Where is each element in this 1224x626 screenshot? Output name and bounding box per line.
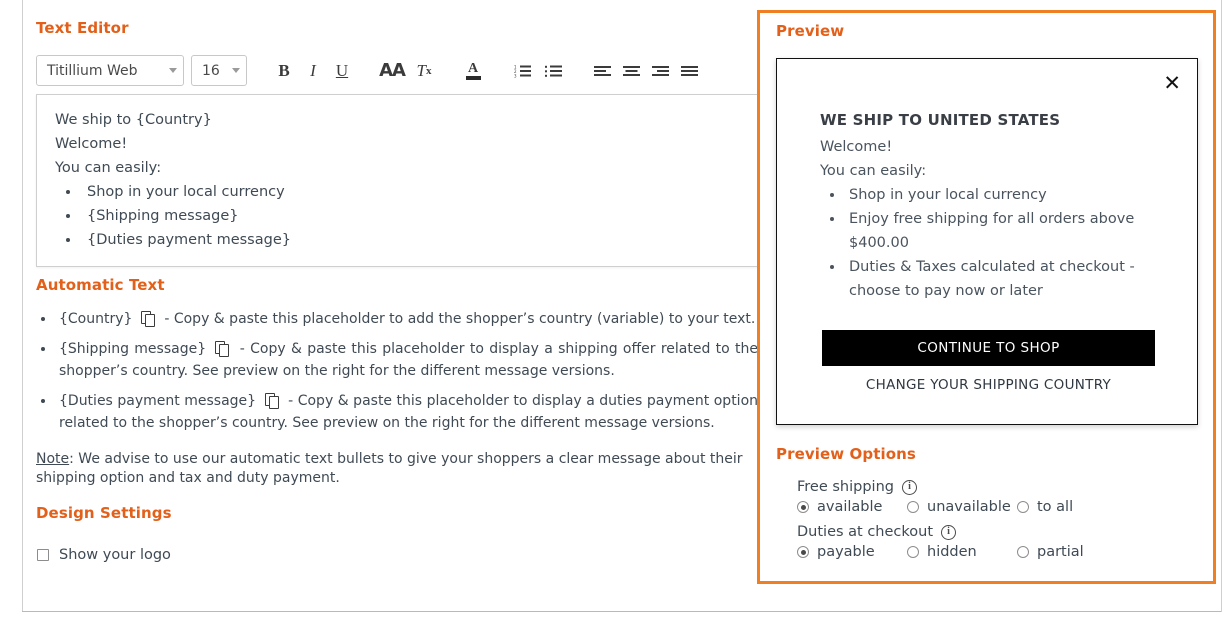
editor-content-area[interactable]: We ship to {Country} Welcome! You can ea… (36, 94, 758, 267)
preview-modal-title: WE SHIP TO UNITED STATES (820, 111, 1061, 129)
preview-modal-line-1: Welcome! (820, 139, 893, 155)
align-justify-icon[interactable] (676, 58, 702, 84)
preview-modal-line-2: You can easily: (820, 163, 927, 179)
radio-free-shipping-to-all[interactable]: to all (1017, 499, 1073, 515)
italic-icon[interactable]: I (300, 58, 326, 84)
preview-modal-bullet-list: Shop in your local currency Enjoy free s… (820, 183, 1169, 303)
underline-icon[interactable]: U (329, 58, 355, 84)
clear-formatting-icon[interactable]: Tx (411, 58, 437, 84)
align-right-icon[interactable] (647, 58, 673, 84)
list-item: Duties & Taxes calculated at checkout - … (845, 255, 1169, 303)
copy-icon[interactable] (264, 393, 280, 409)
font-color-glyph: A (467, 60, 479, 76)
show-logo-checkbox[interactable] (37, 549, 49, 561)
ordered-list-icon[interactable]: 1 2 3 (510, 58, 536, 84)
svg-text:3: 3 (514, 73, 517, 78)
font-family-value: Titillium Web (47, 62, 138, 79)
duties-radio-group: payable hidden partial (797, 544, 1197, 560)
bulleted-list-icon[interactable] (541, 58, 567, 84)
bold-icon[interactable]: B (271, 58, 297, 84)
list-item: Shop in your local currency (81, 180, 739, 204)
copy-icon[interactable] (140, 311, 156, 327)
clear-formatting-glyph: T (416, 60, 426, 80)
copy-icon[interactable] (215, 341, 230, 357)
page-frame-bottom-border (22, 611, 1221, 612)
preview-options-heading: Preview Options (776, 445, 916, 463)
continue-to-shop-button[interactable]: CONTINUE TO SHOP (822, 330, 1155, 366)
radio-marker[interactable] (797, 501, 809, 513)
note-label: Note (36, 451, 70, 467)
font-color-swatch (465, 75, 481, 80)
automatic-text-list: {Country} - Copy & paste this placeholde… (36, 308, 758, 442)
font-size-value: 16 (202, 62, 220, 79)
radio-marker[interactable] (797, 546, 809, 558)
editor-toolbar: Titillium Web 16 B I U AA Tx A 1 2 3 (36, 55, 702, 86)
preview-heading: Preview (776, 22, 845, 40)
radio-marker[interactable] (907, 546, 919, 558)
page-frame-right-border (1221, 0, 1222, 612)
radio-marker[interactable] (1017, 501, 1029, 513)
radio-label: partial (1037, 544, 1084, 560)
list-item: {Shipping message} - Copy & paste this p… (56, 338, 758, 382)
note-text: : We advise to use our automatic text bu… (36, 451, 743, 486)
app-root: Text Editor Titillium Web 16 B I U AA Tx… (0, 0, 1224, 626)
radio-label: hidden (927, 544, 977, 560)
editor-line-3: You can easily: (55, 160, 162, 176)
automatic-text-heading: Automatic Text (36, 276, 165, 294)
font-family-select[interactable]: Titillium Web (36, 55, 184, 86)
align-center-icon[interactable] (618, 58, 644, 84)
free-shipping-group-label: Free shipping i (797, 479, 1197, 495)
radio-free-shipping-available[interactable]: available (797, 499, 907, 515)
duties-at-checkout-group-label: Duties at checkout i (797, 524, 1197, 540)
align-left-icon[interactable] (589, 58, 615, 84)
info-icon[interactable]: i (901, 479, 917, 495)
chevron-down-icon (232, 68, 240, 73)
editor-bullet-list: Shop in your local currency {Shipping me… (55, 180, 739, 252)
advice-note: Note: We advise to use our automatic tex… (36, 450, 748, 488)
radio-marker[interactable] (1017, 546, 1029, 558)
placeholder-token: {Shipping message} (59, 341, 207, 357)
radio-duties-payable[interactable]: payable (797, 544, 907, 560)
preview-modal: ✕ WE SHIP TO UNITED STATES Welcome! You … (776, 58, 1198, 425)
list-item: Enjoy free shipping for all orders above… (845, 207, 1169, 255)
radio-duties-partial[interactable]: partial (1017, 544, 1084, 560)
show-logo-checkbox-row[interactable]: Show your logo (37, 547, 171, 563)
preview-modal-body: WE SHIP TO UNITED STATES Welcome! You ca… (820, 111, 1169, 303)
show-logo-label: Show your logo (59, 547, 171, 563)
chevron-down-icon (169, 68, 177, 73)
text-editor-heading: Text Editor (36, 19, 129, 37)
free-shipping-radio-group: available unavailable to all (797, 499, 1197, 515)
close-icon[interactable]: ✕ (1163, 73, 1181, 94)
design-settings-heading: Design Settings (36, 504, 172, 522)
font-color-icon[interactable]: A (460, 58, 486, 84)
font-size-select[interactable]: 16 (191, 55, 247, 86)
info-icon[interactable]: i (941, 524, 957, 540)
radio-free-shipping-unavailable[interactable]: unavailable (907, 499, 1017, 515)
radio-label: unavailable (927, 499, 1011, 515)
preview-options-block: Free shipping i available unavailable to… (797, 479, 1197, 569)
free-shipping-label: Free shipping (797, 479, 894, 495)
editor-line-1: We ship to {Country} (55, 112, 212, 128)
duties-at-checkout-label: Duties at checkout (797, 524, 934, 540)
text-editor-column: Text Editor Titillium Web 16 B I U AA Tx… (36, 0, 758, 610)
list-item: {Country} - Copy & paste this placeholde… (56, 308, 758, 330)
list-item: {Duties payment message} - Copy & paste … (56, 390, 758, 434)
page-frame-left-border (22, 0, 23, 612)
list-item: {Duties payment message} (81, 228, 739, 252)
radio-label: payable (817, 544, 875, 560)
placeholder-description: - Copy & paste this placeholder to add t… (164, 311, 756, 327)
font-size-icon[interactable]: AA (375, 58, 409, 84)
placeholder-token: {Country} (59, 311, 133, 327)
list-item: Shop in your local currency (845, 183, 1169, 207)
clear-formatting-sub: x (425, 64, 432, 77)
radio-duties-hidden[interactable]: hidden (907, 544, 1017, 560)
preview-panel: Preview ✕ WE SHIP TO UNITED STATES Welco… (757, 10, 1216, 584)
list-item: {Shipping message} (81, 204, 739, 228)
placeholder-token: {Duties payment message} (59, 393, 257, 409)
radio-marker[interactable] (907, 501, 919, 513)
change-shipping-country-link[interactable]: CHANGE YOUR SHIPPING COUNTRY (822, 377, 1155, 393)
editor-line-2: Welcome! (55, 136, 128, 152)
radio-label: available (817, 499, 883, 515)
radio-label: to all (1037, 499, 1074, 515)
